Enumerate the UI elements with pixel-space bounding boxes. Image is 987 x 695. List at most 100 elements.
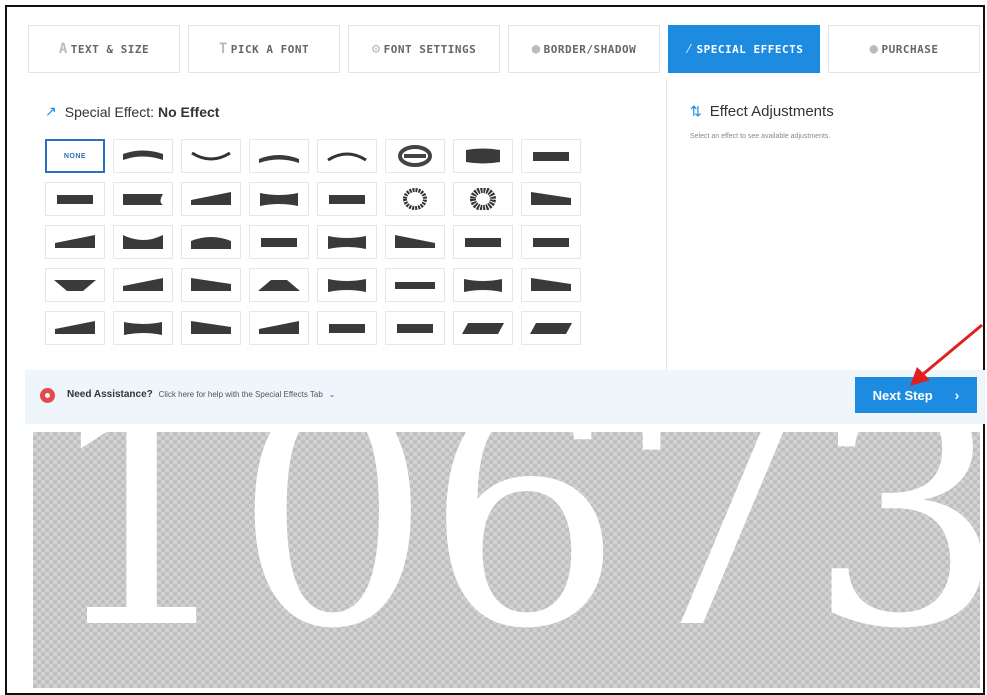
effect-option-wave-down[interactable] — [113, 182, 173, 216]
effect-option-barrel[interactable] — [453, 139, 513, 173]
assistance-bar[interactable]: Need Assistance? Click here for help wit… — [25, 370, 985, 424]
effect-thumbnail-icon — [531, 278, 571, 291]
effect-thumbnail-icon — [403, 188, 428, 210]
effect-option-smile[interactable] — [181, 139, 241, 173]
shadow-icon: ● — [531, 41, 541, 57]
tab-border-shadow[interactable]: ● BORDER/SHADOW — [508, 25, 660, 73]
effect-thumbnail-icon — [123, 150, 163, 160]
effect-option-slope-down[interactable] — [181, 268, 241, 302]
tab-purchase[interactable]: ● PURCHASE — [828, 25, 980, 73]
effect-option-circle-band[interactable] — [385, 139, 445, 173]
effect-option-slope-down[interactable] — [181, 311, 241, 345]
cart-icon: ● — [869, 41, 879, 57]
effect-option-ramp-up[interactable] — [113, 268, 173, 302]
effect-option-ramp-down[interactable] — [385, 225, 445, 259]
assistance-text: Click here for help with the Special Eff… — [158, 390, 323, 399]
assistance-title: Need Assistance? — [67, 389, 153, 400]
effect-option-flat[interactable] — [45, 182, 105, 216]
effect-thumbnail-icon — [258, 280, 300, 291]
effect-option-flat[interactable] — [521, 139, 581, 173]
tab-text-size[interactable]: A TEXT & SIZE — [28, 25, 180, 73]
effect-thumbnail-icon — [123, 235, 163, 249]
effect-option-slope-down[interactable] — [521, 182, 581, 216]
effect-option-bulge[interactable] — [249, 182, 309, 216]
effect-thumbnail-icon — [191, 237, 231, 249]
effect-thumbnail-icon — [259, 321, 299, 334]
tab-label: PURCHASE — [881, 42, 939, 56]
effect-adjustments-heading: ⇅ Effect Adjustments — [690, 103, 834, 120]
sliders-icon: ⇅ — [690, 103, 702, 119]
tab-pick-font[interactable]: T PICK A FONT — [188, 25, 340, 73]
effect-thumbnail-icon — [329, 324, 365, 333]
effect-option-ramp-up[interactable] — [45, 225, 105, 259]
effect-option-italic[interactable] — [521, 311, 581, 345]
tab-label: BORDER/SHADOW — [543, 42, 637, 56]
effect-option-arch[interactable] — [317, 139, 377, 173]
tab-special-effects[interactable]: ⁄ SPECIAL EFFECTS — [668, 25, 820, 73]
effect-thumbnail-icon — [191, 151, 231, 161]
effect-thumbnail-icon — [533, 152, 569, 161]
effect-adjustments-title: Effect Adjustments — [709, 103, 834, 120]
effect-thumbnail-icon — [124, 322, 162, 335]
special-effect-label: Special Effect: — [64, 103, 154, 120]
effect-option-flat[interactable] — [317, 311, 377, 345]
effect-adjustments-subtitle: Select an effect to see available adjust… — [690, 133, 831, 140]
text-size-icon: A — [58, 41, 68, 57]
effect-thumbnail-icon — [398, 145, 433, 167]
effect-thumbnail-icon — [530, 323, 572, 334]
effect-option-ring[interactable] — [385, 182, 445, 216]
effect-option-flat-wide[interactable] — [385, 268, 445, 302]
effect-thumbnail-icon — [464, 279, 502, 292]
tab-label: TEXT & SIZE — [70, 42, 150, 56]
effect-option-flat[interactable] — [317, 182, 377, 216]
effect-thumbnail-icon — [470, 188, 497, 210]
effect-option-arch-up[interactable] — [249, 139, 309, 173]
wand-icon: ⁄ — [684, 40, 694, 57]
preview-text: 10673 — [43, 432, 980, 688]
effect-option-italic[interactable] — [453, 311, 513, 345]
panel-divider — [666, 80, 667, 370]
effect-option-bulge[interactable] — [453, 268, 513, 302]
tab-label: FONT SETTINGS — [383, 42, 477, 56]
effect-option-flat[interactable] — [453, 225, 513, 259]
effect-option-bulge[interactable] — [317, 268, 377, 302]
effect-thumbnail-icon — [465, 238, 501, 247]
lifebuoy-icon — [40, 388, 55, 403]
tab-bar: A TEXT & SIZE T PICK A FONT ⚙ FONT SETTI… — [28, 25, 983, 75]
effect-thumbnail-icon — [397, 324, 433, 333]
assistance-link[interactable]: Need Assistance? Click here for help wit… — [67, 389, 335, 400]
effect-option-ring-bold[interactable] — [453, 182, 513, 216]
effect-thumbnail-icon — [531, 192, 571, 205]
effect-thumbnail-icon — [259, 155, 299, 163]
effect-thumbnail-icon — [57, 195, 93, 204]
effect-option-ramp-up[interactable] — [181, 182, 241, 216]
effect-option-bulge[interactable] — [113, 311, 173, 345]
effect-thumbnail-icon — [327, 152, 367, 162]
effect-thumbnail-icon — [123, 278, 163, 291]
effect-option-flat[interactable] — [249, 225, 309, 259]
wand-icon: ↗ — [45, 103, 57, 119]
tab-font-settings[interactable]: ⚙ FONT SETTINGS — [348, 25, 500, 73]
effect-thumbnail-icon — [329, 195, 365, 204]
effect-option-ramp-up[interactable] — [45, 311, 105, 345]
effect-option-arch-top[interactable] — [181, 225, 241, 259]
effect-option-none[interactable]: NONE — [45, 139, 105, 173]
effect-thumbnail-icon — [191, 321, 231, 334]
effect-option-valley[interactable] — [113, 225, 173, 259]
effect-option-flat[interactable] — [385, 311, 445, 345]
effect-option-wedge-down[interactable] — [45, 268, 105, 302]
effect-thumbnail-icon — [328, 279, 366, 292]
effect-option-bulge[interactable] — [317, 225, 377, 259]
preview-canvas: 10673 — [33, 432, 980, 688]
effect-option-ramp-up[interactable] — [249, 311, 309, 345]
tab-label: PICK A FONT — [230, 42, 310, 56]
effect-thumbnail-icon — [261, 238, 297, 247]
effect-option-arch-down[interactable] — [113, 139, 173, 173]
effect-none-label: NONE — [63, 152, 87, 160]
special-effect-value: No Effect — [157, 103, 220, 120]
effect-option-flat[interactable] — [521, 225, 581, 259]
effect-option-wedge-up[interactable] — [249, 268, 309, 302]
effect-thumbnail-icon — [191, 192, 231, 205]
gear-icon: ⚙ — [371, 41, 381, 57]
effect-option-slope-down[interactable] — [521, 268, 581, 302]
